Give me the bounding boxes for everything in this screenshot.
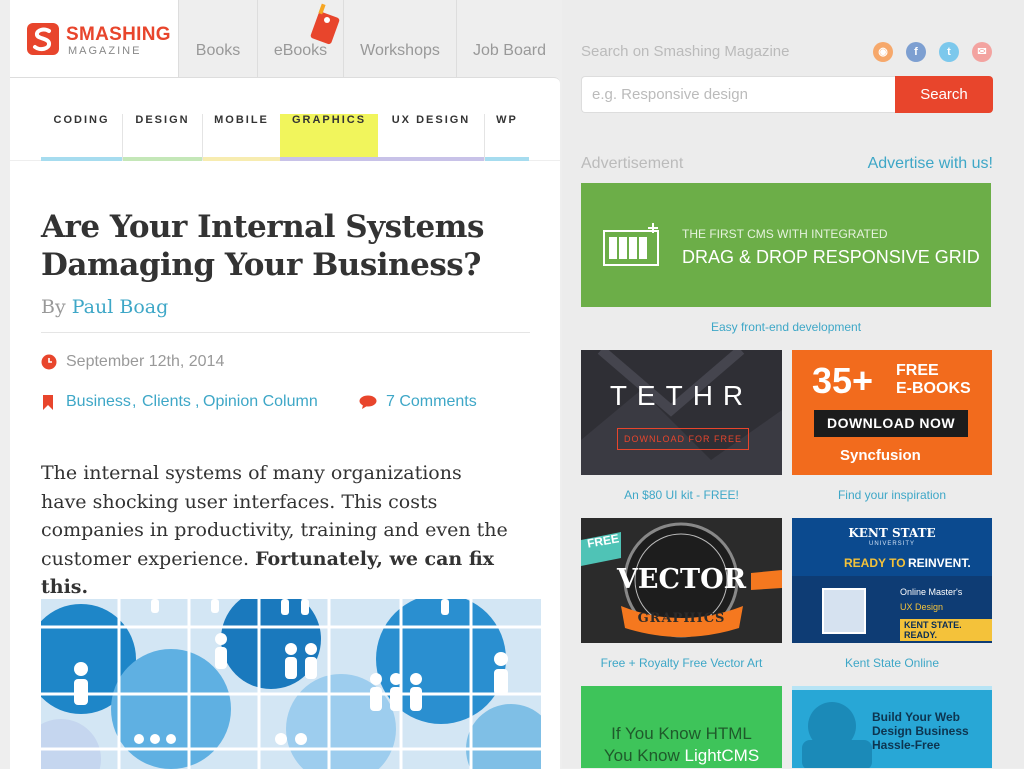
- article-hero-image: [41, 599, 541, 769]
- article-date: September 12th, 2014: [66, 353, 225, 370]
- kent-program-line1: Online Master's: [900, 587, 963, 597]
- kent-state-logo: KENT STATE: [848, 526, 936, 540]
- syncfusion-caption[interactable]: Find your inspiration: [792, 488, 992, 502]
- ebooks-count: 35+: [812, 360, 874, 401]
- nav-workshops[interactable]: Workshops: [343, 0, 456, 77]
- comment-icon: [359, 395, 377, 409]
- tag-clients[interactable]: Clients: [142, 393, 191, 411]
- email-icon[interactable]: ✉: [972, 42, 992, 62]
- ad-syncfusion[interactable]: 35+ FREE E-BOOKS DOWNLOAD NOW Syncfusion: [792, 350, 992, 475]
- download-now-button: DOWNLOAD NOW: [814, 410, 968, 437]
- category-underline: [123, 157, 202, 161]
- banner-caption[interactable]: Easy front-end development: [581, 320, 991, 334]
- tag-separator: ,: [132, 393, 137, 410]
- ad-lightcms[interactable]: If You Know HTML You Know LightCMS: [581, 686, 782, 768]
- clock-icon: [41, 354, 57, 370]
- search-button[interactable]: Search: [895, 76, 993, 113]
- vector-ribbon: GRAPHICS: [637, 611, 726, 626]
- category-graphics[interactable]: GRAPHICS: [280, 114, 378, 161]
- comments-link[interactable]: 7 Comments: [386, 393, 477, 411]
- search-input[interactable]: [581, 76, 896, 113]
- tethr-logo: TETHR: [609, 380, 754, 411]
- ebooks-mascot-icon: [310, 3, 340, 45]
- business-line2: Design Business: [872, 724, 969, 738]
- category-coding[interactable]: CODING: [41, 114, 123, 161]
- search-label: Search on Smashing Magazine: [581, 43, 790, 60]
- byline-prefix: By: [41, 296, 66, 318]
- facebook-icon[interactable]: f: [906, 42, 926, 62]
- lightcms-brand: LightCMS: [684, 746, 760, 765]
- kent-state-subtitle: UNIVERSITY: [868, 541, 915, 547]
- lightcms-line1: If You Know HTML: [611, 724, 752, 743]
- tag-separator: ,: [195, 393, 200, 410]
- business-line1: Build Your Web: [872, 710, 961, 724]
- smashing-logo-icon: [27, 23, 59, 55]
- article-card: CODING DESIGN MOBILE GRAPHICS UX DESIGN …: [10, 77, 560, 769]
- category-mobile[interactable]: MOBILE: [203, 114, 280, 161]
- kent-reinvent: REINVENT.: [908, 556, 971, 570]
- lightcms-line2: You Know LightCMS: [603, 746, 760, 765]
- kent-program-line2: UX Design: [900, 602, 944, 612]
- kent-screen-image: [822, 588, 866, 634]
- vector-caption[interactable]: Free + Royalty Free Vector Art: [581, 656, 782, 670]
- kent-caption[interactable]: Kent State Online: [792, 656, 992, 670]
- logo-subtitle: MAGAZINE: [68, 45, 142, 57]
- tethr-background-pattern: [581, 350, 782, 475]
- category-underline: [41, 157, 122, 161]
- responsive-grid-icon: [603, 223, 659, 266]
- kent-ready: READY TO: [844, 556, 906, 570]
- article-intro: The internal systems of many organizatio…: [41, 459, 511, 602]
- category-design[interactable]: DESIGN: [123, 114, 203, 161]
- banner-line2: DRAG & DROP RESPONSIVE GRID: [682, 247, 980, 267]
- category-ux-design[interactable]: UX DESIGN: [378, 114, 485, 161]
- business-line3: Hassle-Free: [872, 738, 941, 752]
- advertisement-label: Advertisement: [581, 155, 684, 172]
- nav-job-board[interactable]: Job Board: [456, 0, 562, 77]
- category-underline: [485, 157, 529, 161]
- kent-tagline: KENT STATE. READY.: [900, 619, 992, 641]
- tag-business[interactable]: Business: [66, 393, 131, 411]
- vector-title: VECTOR: [616, 564, 747, 595]
- rss-icon[interactable]: ◉: [873, 42, 893, 62]
- category-nav: CODING DESIGN MOBILE GRAPHICS UX DESIGN …: [10, 114, 560, 161]
- logo-name: SMASHING: [66, 24, 171, 45]
- ad-business[interactable]: Build Your Web Design Business Hassle-Fr…: [792, 686, 992, 768]
- nav-books[interactable]: Books: [178, 0, 257, 77]
- article-byline: By Paul Boag: [41, 296, 168, 318]
- tethr-caption[interactable]: An $80 UI kit - FREE!: [581, 488, 782, 502]
- free-label: FREE: [896, 362, 939, 379]
- bookmark-icon: [43, 395, 53, 410]
- divider: [41, 332, 530, 333]
- ad-vector[interactable]: FREE VECTOR GRAPHICS: [581, 518, 782, 643]
- advertise-link[interactable]: Advertise with us!: [868, 155, 993, 173]
- logo[interactable]: SMASHING MAGAZINE: [10, 0, 178, 77]
- ad-banner-cms[interactable]: THE FIRST CMS WITH INTEGRATED DRAG & DRO…: [581, 183, 991, 307]
- category-underline: [203, 157, 280, 161]
- category-underline: [280, 157, 378, 161]
- author-link[interactable]: Paul Boag: [72, 296, 169, 318]
- ad-kent-state[interactable]: KENT STATE UNIVERSITY READY TO REINVENT.…: [792, 518, 992, 643]
- tag-opinion-column[interactable]: Opinion Column: [203, 393, 318, 411]
- banner-line1: THE FIRST CMS WITH INTEGRATED: [682, 227, 888, 241]
- tethr-download-button: DOWNLOAD FOR FREE: [617, 428, 749, 450]
- syncfusion-logo: Syncfusion: [840, 447, 921, 464]
- category-underline: [378, 157, 484, 161]
- top-navigation: SMASHING MAGAZINE Books eBooks Workshops…: [0, 0, 562, 77]
- ad-tethr[interactable]: TETHR DOWNLOAD FOR FREE: [581, 350, 782, 475]
- twitter-icon[interactable]: t: [939, 42, 959, 62]
- ebooks-label: E-BOOKS: [896, 380, 971, 397]
- article-title: Are Your Internal Systems Damaging Your …: [41, 209, 484, 283]
- category-wp[interactable]: WP: [485, 114, 529, 161]
